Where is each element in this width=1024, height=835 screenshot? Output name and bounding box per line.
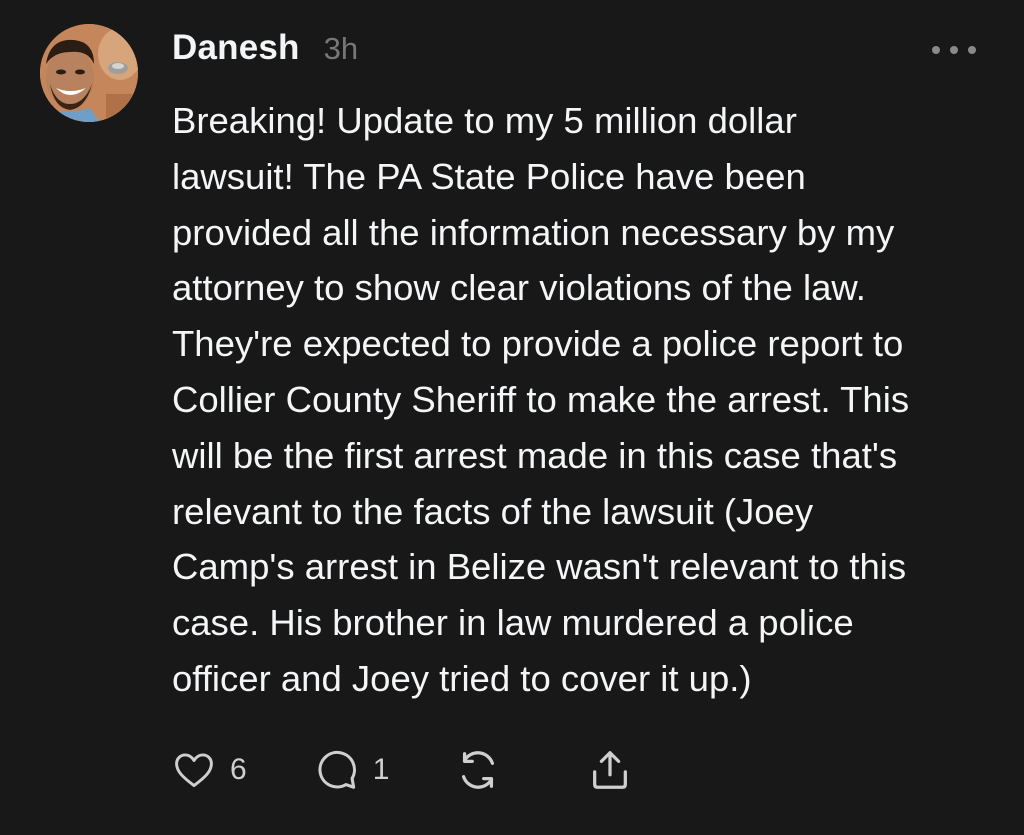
thread-post: Danesh 3h Breaking! Update to my 5 milli… (0, 0, 1024, 835)
post-header: Danesh 3h (172, 28, 358, 68)
more-dot (968, 46, 976, 54)
like-count: 6 (230, 753, 247, 786)
share-button[interactable] (587, 747, 633, 793)
heart-icon (175, 753, 213, 788)
like-button[interactable]: 6 (172, 748, 247, 792)
username[interactable]: Danesh (172, 28, 300, 68)
post-text: Breaking! Update to my 5 million dollar … (172, 100, 910, 699)
share-icon (593, 751, 628, 789)
reply-button[interactable]: 1 (313, 747, 390, 793)
comment-icon (318, 750, 356, 789)
post-timestamp: 3h (323, 31, 359, 66)
repost-button[interactable] (455, 747, 501, 793)
more-options-icon[interactable] (932, 38, 976, 62)
reply-count: 1 (372, 753, 390, 786)
post-actions: 6 1 (172, 744, 633, 796)
more-dot (932, 46, 940, 54)
more-dot (950, 46, 958, 54)
avatar-photo (40, 24, 138, 122)
user-avatar[interactable] (40, 24, 138, 122)
repost-icon (462, 751, 495, 789)
